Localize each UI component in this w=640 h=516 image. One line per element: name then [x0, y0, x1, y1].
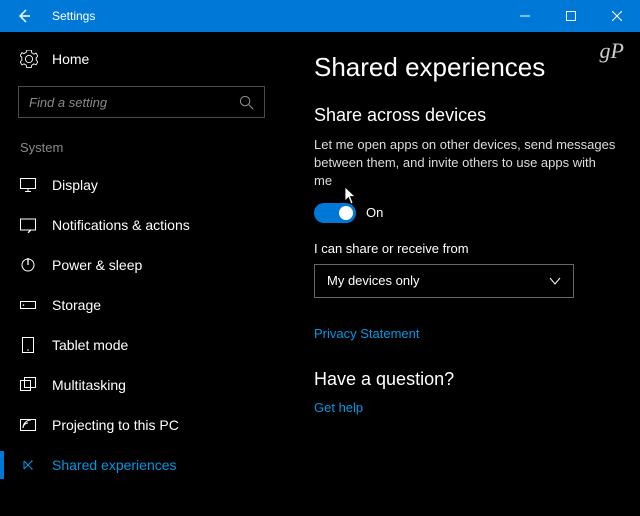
sidebar: Home System Display Notifications & acti… [0, 32, 290, 516]
sidebar-item-power[interactable]: Power & sleep [18, 245, 272, 285]
sidebar-item-label: Power & sleep [52, 257, 142, 273]
sidebar-item-label: Multitasking [52, 377, 126, 393]
share-toggle-row: On [314, 203, 616, 223]
back-button[interactable] [0, 0, 48, 32]
privacy-link[interactable]: Privacy Statement [314, 326, 616, 341]
power-icon [20, 257, 36, 273]
tablet-icon [20, 337, 36, 353]
maximize-button[interactable] [548, 0, 594, 32]
watermark: gP [600, 38, 624, 64]
search-input[interactable] [29, 95, 239, 110]
gear-icon [20, 50, 38, 68]
sidebar-item-tablet[interactable]: Tablet mode [18, 325, 272, 365]
sidebar-item-label: Tablet mode [52, 337, 128, 353]
maximize-icon [566, 11, 576, 21]
multitasking-icon [20, 377, 36, 393]
share-from-label: I can share or receive from [314, 241, 616, 256]
back-arrow-icon [16, 8, 32, 24]
share-toggle[interactable] [314, 203, 356, 223]
share-from-dropdown[interactable]: My devices only [314, 264, 574, 298]
sidebar-item-label: Display [52, 177, 98, 193]
sidebar-item-label: Notifications & actions [52, 217, 190, 233]
group-header-system: System [18, 140, 272, 155]
display-icon [20, 177, 36, 193]
sidebar-item-display[interactable]: Display [18, 165, 272, 205]
sidebar-item-shared-experiences[interactable]: Shared experiences [18, 445, 272, 485]
search-box[interactable] [18, 86, 265, 118]
home-label: Home [52, 51, 89, 67]
share-toggle-label: On [366, 205, 383, 220]
search-icon [239, 95, 254, 110]
sidebar-item-label: Shared experiences [52, 457, 177, 473]
section-title-share: Share across devices [314, 105, 616, 126]
sidebar-item-label: Storage [52, 297, 101, 313]
help-link[interactable]: Get help [314, 400, 616, 415]
shared-experiences-icon [20, 457, 36, 473]
close-button[interactable] [594, 0, 640, 32]
home-nav[interactable]: Home [18, 46, 272, 72]
question-title: Have a question? [314, 369, 616, 390]
dropdown-value: My devices only [327, 273, 419, 288]
sidebar-item-storage[interactable]: Storage [18, 285, 272, 325]
minimize-icon [520, 11, 530, 21]
page-title: Shared experiences [314, 52, 616, 83]
window-title: Settings [48, 9, 502, 23]
titlebar: Settings [0, 0, 640, 32]
sidebar-item-multitasking[interactable]: Multitasking [18, 365, 272, 405]
main-panel: Shared experiences Share across devices … [290, 32, 640, 516]
sidebar-item-label: Projecting to this PC [52, 417, 179, 433]
sidebar-item-projecting[interactable]: Projecting to this PC [18, 405, 272, 445]
close-icon [612, 11, 622, 21]
chevron-down-icon [549, 275, 561, 287]
share-description: Let me open apps on other devices, send … [314, 136, 616, 191]
storage-icon [20, 297, 36, 313]
sidebar-item-notifications[interactable]: Notifications & actions [18, 205, 272, 245]
minimize-button[interactable] [502, 0, 548, 32]
notifications-icon [20, 217, 36, 233]
window-controls [502, 0, 640, 32]
projecting-icon [20, 417, 36, 433]
